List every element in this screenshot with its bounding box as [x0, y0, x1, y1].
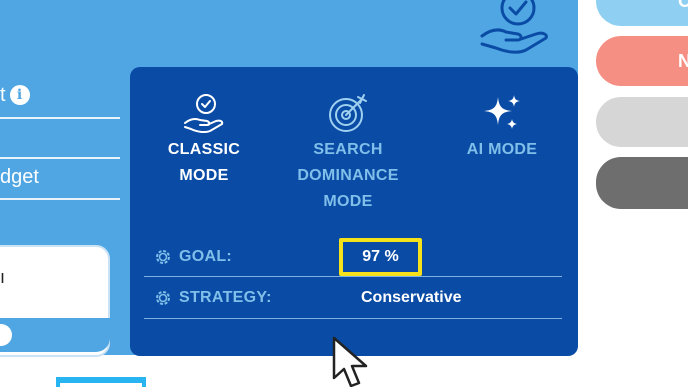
- input-underline[interactable]: [0, 198, 120, 200]
- gear-icon: [156, 250, 170, 264]
- strategy-value[interactable]: Conservative: [361, 289, 462, 307]
- search-mode-label-line3: MODE: [323, 193, 373, 210]
- text-caret: ı: [0, 267, 6, 287]
- target-icon: [329, 94, 367, 132]
- toggle-knob[interactable]: [0, 324, 12, 346]
- side-button-3[interactable]: [596, 97, 688, 147]
- budget-label-partial: dget: [0, 166, 39, 188]
- divider: [144, 276, 562, 277]
- input-underline[interactable]: [0, 157, 120, 159]
- side-button-1[interactable]: C: [596, 0, 688, 26]
- strategy-label: STRATEGY:: [179, 289, 272, 306]
- input-underline[interactable]: [0, 117, 120, 119]
- classic-mode-label-line1: CLASSIC: [167, 141, 241, 158]
- search-mode-label-line1: SEARCH: [313, 141, 383, 158]
- mouse-cursor-icon: [332, 336, 368, 387]
- side-button-2[interactable]: N: [596, 36, 688, 86]
- field-label-partial: ti: [0, 84, 30, 107]
- classic-mode-label-line2: MODE: [179, 167, 229, 184]
- divider: [144, 318, 562, 319]
- gear-icon: [156, 291, 170, 305]
- strategy-row[interactable]: STRATEGY: Conservative: [148, 278, 562, 318]
- goal-value[interactable]: 97 %: [339, 238, 422, 276]
- sparkles-icon: [484, 95, 520, 129]
- search-dominance-mode-option[interactable]: SEARCH DOMINANCE MODE: [286, 93, 410, 215]
- toggle-switch[interactable]: [0, 318, 110, 352]
- goal-label: GOAL:: [179, 248, 233, 265]
- side-button-4[interactable]: [596, 157, 688, 209]
- mode-selector-panel: CLASSIC MODE SEARCH DOMINANCE MODE AI MO…: [130, 67, 578, 356]
- bottom-tab-edge: [56, 377, 146, 387]
- field-label-text: t: [0, 84, 6, 106]
- ai-mode-label: AI MODE: [466, 141, 538, 158]
- hand-check-icon: [480, 0, 548, 54]
- hand-check-icon: [184, 94, 224, 133]
- classic-mode-option[interactable]: CLASSIC MODE: [154, 93, 254, 189]
- ai-mode-option[interactable]: AI MODE: [454, 93, 550, 163]
- info-icon[interactable]: i: [9, 85, 30, 105]
- search-mode-label-line2: DOMINANCE: [297, 167, 399, 184]
